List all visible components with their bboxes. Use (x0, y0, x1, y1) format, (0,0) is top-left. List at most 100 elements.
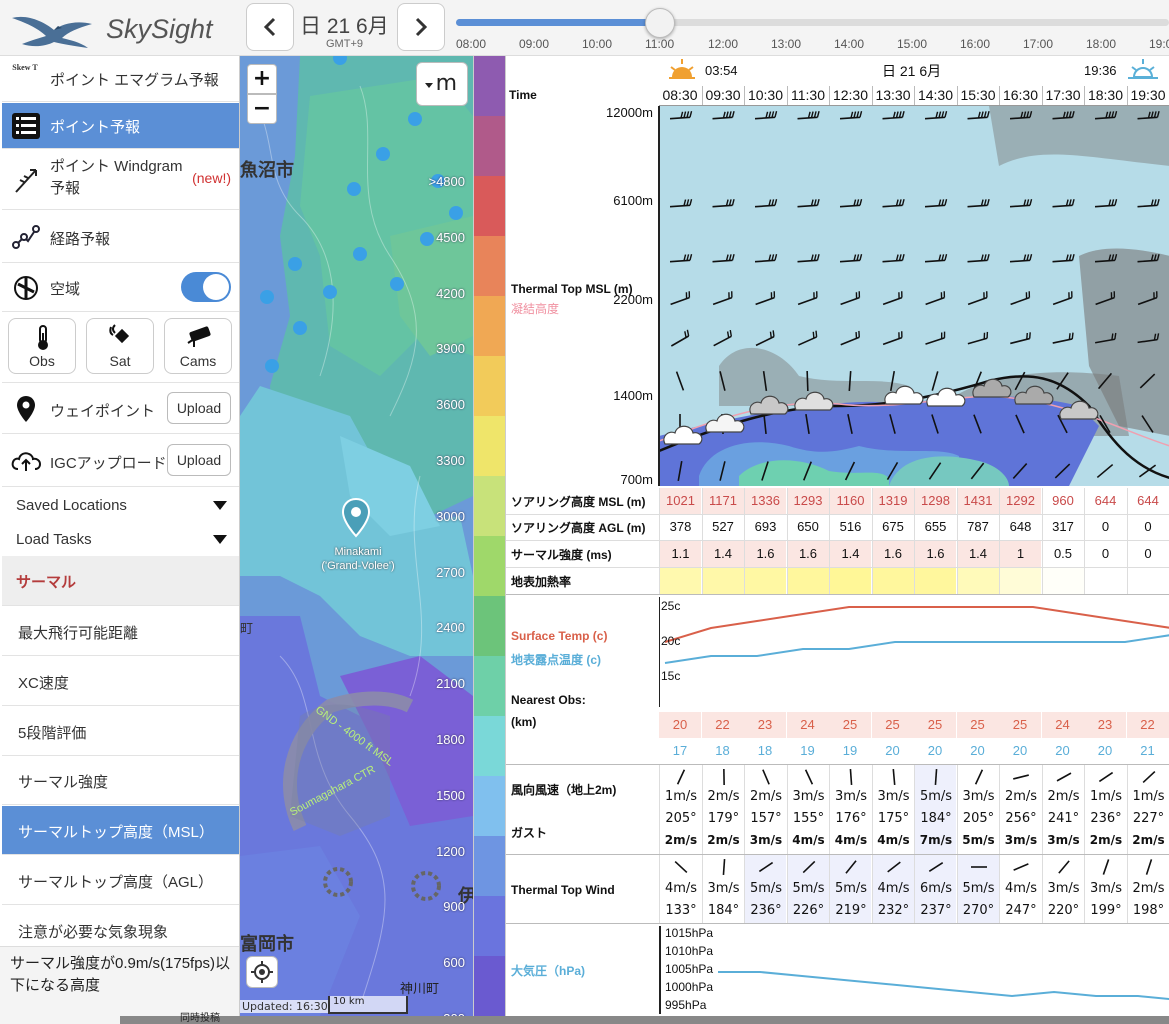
skewt-icon-text: Skew T (12, 63, 38, 72)
wind-speed: 2m/s (1047, 789, 1080, 804)
locate-button[interactable] (246, 956, 278, 988)
row-label: サーマル強度 (ms) (511, 548, 612, 562)
legend-swatch (474, 656, 505, 716)
obs-dew-cell: 20 (1055, 743, 1070, 758)
pressure-axis-label: 1010hPa (665, 944, 714, 958)
tt-wind-speed: 6m/s (919, 881, 953, 896)
sidebar-item-label: ポイント エマグラム予報 (50, 72, 219, 89)
wind-arrow-line (845, 860, 857, 874)
tt-wind-direction: 237° (920, 903, 952, 918)
wind-arrow-icon (1098, 771, 1114, 783)
sat-tile[interactable]: Sat (86, 318, 154, 374)
tt-wind-direction: 226° (792, 903, 825, 918)
sidebar-item-emagram[interactable]: Skew T ポイント エマグラム予報 (2, 56, 239, 102)
obs-tile[interactable]: Obs (8, 318, 76, 374)
layer-item[interactable]: XC速度 (2, 657, 239, 706)
heating-cell (701, 568, 744, 594)
unit-selector[interactable]: m (416, 62, 468, 106)
tt-wind-speed: 4m/s (1004, 881, 1038, 896)
wind-arrow-icon (722, 858, 725, 876)
next-day-button[interactable] (397, 3, 445, 51)
wind-arrow-line (892, 768, 895, 786)
wind-arrow-icon (934, 768, 938, 786)
sidebar-item-windgram[interactable]: ポイント Windgram 予報 (new!) (2, 150, 239, 210)
wind-gust: 3m/s (749, 833, 783, 847)
nearest-obs-label: Nearest Obs: (511, 693, 586, 707)
pressure-axis-label: 1015hPa (665, 926, 714, 940)
value-cell: 1336 (744, 488, 786, 514)
wind-gust: 7m/s (919, 833, 953, 847)
profile-left-axis (658, 106, 660, 486)
wind-arrow-line (722, 858, 725, 876)
unit-label: m (435, 71, 457, 96)
cams-tile[interactable]: Cams (164, 318, 232, 374)
tt-wind-direction: 133° (665, 903, 697, 918)
legend-label: >4800 (428, 174, 465, 189)
wind-barb-icon (806, 370, 809, 392)
surface-temp-label: Surface Temp (c) (511, 629, 608, 643)
location-pin-icon[interactable] (342, 498, 370, 538)
tt-wind-cell: 2m/s 198° (1126, 855, 1169, 923)
legend-swatch (474, 476, 505, 536)
time-slider-thumb[interactable] (645, 8, 675, 38)
igc-upload-button[interactable]: Upload (167, 444, 231, 476)
layer-item[interactable]: サーマル強度 (2, 756, 239, 806)
temp-axis-label: 25c (661, 599, 681, 613)
section-label: サーマル (16, 574, 77, 591)
legend-swatch (474, 956, 505, 1016)
layer-item[interactable]: サーマルトップ高度（MSL） (2, 806, 239, 856)
prev-day-button[interactable] (246, 3, 294, 51)
thermal-section-header[interactable]: サーマル (2, 556, 239, 606)
row-divider (506, 923, 1169, 924)
value-cell: 644 (1084, 488, 1126, 514)
sunset-icon (1128, 59, 1158, 79)
wind-direction: 155° (792, 811, 825, 826)
sidebar-item-route[interactable]: 経路予報 (2, 211, 239, 263)
map-view[interactable]: + − m 魚沼市 町 富岡市 伊 神川町 Minakami ('Grand-V… (240, 56, 473, 1016)
place-label: 神川町 (400, 982, 440, 997)
tt-wind-speed: 4m/s (877, 881, 910, 896)
load-tasks-dropdown[interactable]: Load Tasks (2, 522, 239, 556)
altitude-label: 1400m (613, 388, 653, 403)
layer-item[interactable]: 5段階評価 (2, 707, 239, 756)
altitude-label: 6100m (613, 193, 653, 208)
value-cell: 0 (1126, 541, 1169, 567)
obs-temp-cell: 20 (659, 712, 701, 738)
row-label: ソアリング高度 MSL (m) (511, 495, 646, 509)
value-cell: 1298 (914, 488, 956, 514)
sidebar-item-point-forecast[interactable]: ポイント予報 (2, 103, 239, 149)
sidebar-item-label: ポイント Windgram 予報 (50, 158, 183, 197)
tt-wind-cell: 5m/s 226° (786, 855, 829, 923)
waypoint-upload-button[interactable]: Upload (167, 392, 231, 424)
sidebar-item-label: ポイント予報 (50, 119, 141, 136)
sidebar-item-igc[interactable]: IGCアップロード Upload (2, 435, 239, 487)
wind-direction: 205° (665, 811, 697, 826)
legend-label: 2700 (436, 564, 465, 580)
heating-cell (871, 568, 914, 594)
sidebar-item-waypoint[interactable]: ウェイポイント Upload (2, 382, 239, 434)
pin-label: Minakami (334, 546, 382, 558)
airspace-toggle[interactable] (181, 272, 231, 302)
saved-locations-dropdown[interactable]: Saved Locations (2, 488, 239, 522)
wind-speed: 1m/s (664, 789, 698, 804)
sidebar-item-airspace[interactable]: 空域 (2, 264, 239, 312)
obs-temp-cell: 25 (956, 712, 999, 738)
timeline-label: 14:00 (834, 37, 865, 51)
wind-gust: 4m/s (834, 833, 868, 847)
zoom-out-button[interactable]: − (247, 94, 277, 124)
legend-label: 4500 (436, 229, 465, 245)
layer-item[interactable]: サーマルトップ高度（AGL） (2, 856, 239, 905)
layer-item[interactable]: 最大飛行可能距離 (2, 607, 239, 656)
tt-wind-cell: 6m/s 237° (914, 855, 956, 923)
sidebar-item-label: IGCアップロード (50, 455, 167, 472)
obs-temp-cell: 25 (914, 712, 956, 738)
heating-cell (659, 568, 701, 594)
timeline-label: 19:00 (1149, 37, 1169, 51)
obs-dew-cell: 21 (1140, 743, 1155, 758)
updated-label: Updated: 16:30 (240, 1000, 330, 1013)
wind-arrow-icon (1013, 774, 1029, 780)
tt-wind-direction: 184° (707, 903, 740, 918)
zoom-in-button[interactable]: + (247, 64, 277, 94)
app-logo[interactable]: SkySight (8, 4, 240, 52)
wind-speed: 5m/s (919, 789, 953, 804)
